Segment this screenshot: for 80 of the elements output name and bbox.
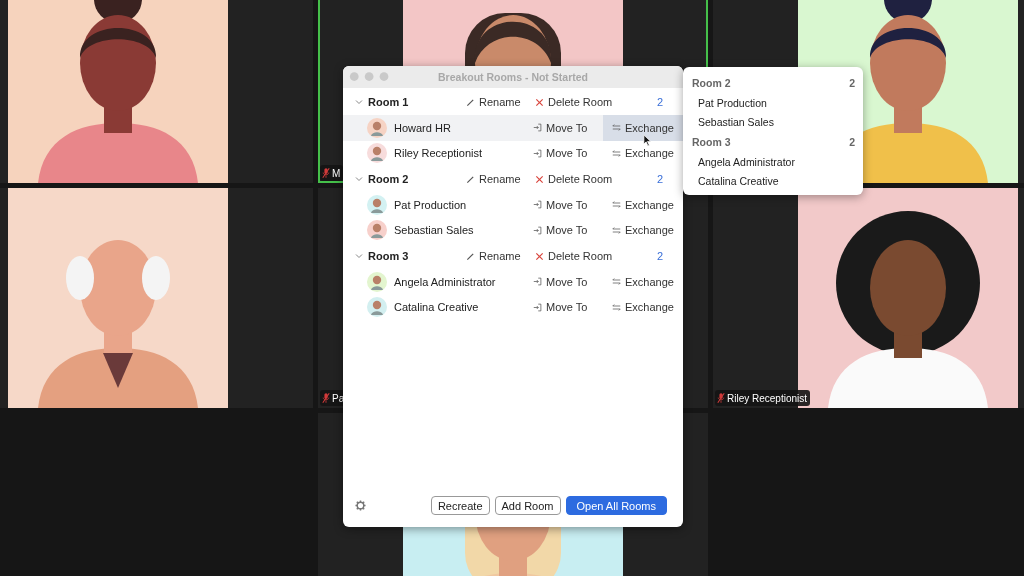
move-to-button[interactable]: Move To (533, 115, 603, 141)
move-to-button[interactable]: Move To (533, 217, 603, 243)
move-to-button[interactable]: Move To (533, 140, 603, 166)
footer-button[interactable]: Add Room (494, 496, 561, 515)
participant-count: 2 (656, 250, 663, 262)
chevron-icon[interactable] (355, 98, 363, 106)
exchange-button[interactable]: Exchange (603, 294, 683, 320)
rename-button[interactable]: Rename (466, 89, 535, 115)
participant-name: Riley Receptionist (393, 147, 484, 160)
participant-name: Catalina Creative (393, 301, 480, 314)
participant-name-tag: M (320, 165, 344, 181)
pencil-icon (466, 97, 475, 107)
move-into-icon (533, 200, 542, 210)
open-all-rooms-button[interactable]: Open All Rooms (565, 496, 667, 515)
room-name: Room 1 (368, 96, 410, 108)
window-controls-icon[interactable] (349, 71, 391, 82)
swap-arrows-icon (612, 148, 621, 158)
menu-item[interactable]: Pat Production (683, 93, 863, 113)
move-into-icon (533, 148, 542, 158)
avatar-icon (367, 220, 387, 241)
menu-room-count: 2 (849, 77, 855, 89)
exchange-button[interactable]: Exchange (603, 192, 683, 218)
menu-room-count: 2 (849, 136, 855, 148)
exchange-button[interactable]: Exchange (603, 217, 683, 243)
close-icon (535, 251, 544, 261)
move-into-icon (533, 302, 542, 312)
swap-arrows-icon (612, 200, 621, 210)
pencil-icon (466, 174, 475, 184)
footer-button[interactable]: Recreate (430, 496, 490, 515)
avatar-icon (367, 117, 387, 138)
participant-name: Pat Production (393, 198, 468, 211)
cursor-icon (643, 134, 652, 147)
menu-item[interactable]: Sebastian Sales (683, 112, 863, 132)
swap-arrows-icon (612, 123, 621, 133)
delete-room-button[interactable]: Delete Room (535, 243, 657, 269)
avatar-icon (367, 194, 387, 215)
room-name: Room 3 (368, 250, 410, 262)
close-icon (535, 97, 544, 107)
chevron-icon[interactable] (355, 175, 363, 183)
avatar-icon (367, 297, 387, 318)
rename-button[interactable]: Rename (466, 166, 535, 192)
avatar-icon (367, 271, 387, 292)
menu-item[interactable]: Angela Administrator (683, 152, 863, 172)
window-title: Breakout Rooms - Not Started (438, 71, 588, 83)
participant-row[interactable]: Sebastian Sales Move To Exchange (343, 217, 683, 243)
rename-button[interactable]: Rename (466, 243, 535, 269)
delete-room-button[interactable]: Delete Room (535, 166, 657, 192)
participant-name: Angela Administrator (393, 275, 497, 288)
settings-icon[interactable] (355, 500, 366, 511)
chevron-icon[interactable] (355, 252, 363, 260)
move-to-button[interactable]: Move To (533, 269, 603, 295)
avatar-icon (367, 143, 387, 164)
participant-count: 2 (656, 96, 663, 108)
participant-name: Howard HR (393, 121, 452, 134)
close-icon (535, 174, 544, 184)
participant-name: Sebastian Sales (393, 224, 475, 237)
move-to-button[interactable]: Move To (533, 294, 603, 320)
move-into-icon (533, 277, 542, 287)
swap-arrows-icon (612, 302, 621, 312)
participant-row[interactable]: Howard HR Move To Exchange (343, 115, 683, 141)
delete-room-button[interactable]: Delete Room (535, 89, 657, 115)
move-into-icon (533, 225, 542, 235)
room-name: Room 2 (368, 173, 410, 185)
participant-name-tag: Riley Receptionist (715, 390, 811, 406)
exchange-button[interactable]: Exchange (603, 115, 683, 141)
participant-row[interactable]: Catalina Creative Move To Exchange (343, 294, 683, 320)
menu-room-name: Room 3 (692, 136, 731, 148)
participant-count: 2 (656, 173, 663, 185)
menu-room-name: Room 2 (692, 77, 731, 89)
menu-item[interactable]: Catalina Creative (683, 171, 863, 191)
exchange-button[interactable]: Exchange (603, 140, 683, 166)
swap-arrows-icon (612, 277, 621, 287)
participant-row[interactable]: Pat Production Move To Exchange (343, 192, 683, 218)
participant-row[interactable]: Riley Receptionist Move To Exchange (343, 140, 683, 166)
move-to-button[interactable]: Move To (533, 192, 603, 218)
participant-row[interactable]: Angela Administrator Move To Exchange (343, 269, 683, 295)
swap-arrows-icon (612, 225, 621, 235)
move-into-icon (533, 123, 542, 133)
pencil-icon (466, 251, 475, 261)
exchange-button[interactable]: Exchange (603, 269, 683, 295)
